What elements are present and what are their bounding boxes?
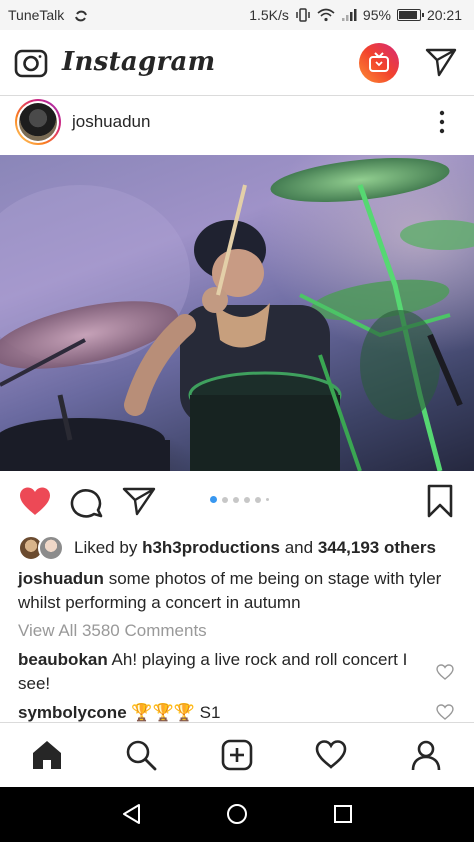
instagram-logo: Instagram	[62, 47, 216, 77]
post-author-avatar[interactable]	[15, 99, 61, 145]
view-all-comments-link[interactable]: View All 3580 Comments	[18, 621, 207, 641]
recents-icon[interactable]	[332, 803, 354, 825]
app-header: Instagram	[0, 30, 474, 96]
sync-icon	[75, 10, 87, 22]
liked-by-prefix: Liked by	[74, 538, 138, 557]
direct-send-icon[interactable]	[425, 47, 457, 77]
share-icon[interactable]	[122, 486, 156, 516]
comment-like-icon[interactable]	[436, 704, 454, 720]
signal-icon	[341, 9, 357, 21]
save-bookmark-icon[interactable]	[426, 484, 454, 518]
profile-icon[interactable]	[410, 739, 442, 771]
bottom-nav	[0, 722, 474, 787]
back-icon[interactable]	[121, 803, 143, 825]
igtv-icon[interactable]	[359, 43, 399, 83]
network-speed: 1.5K/s	[249, 7, 289, 23]
carousel-indicator	[210, 496, 269, 503]
post-caption: joshuadun some photos of me being on sta…	[18, 567, 458, 615]
liker-avatar	[38, 535, 64, 561]
comment-icon[interactable]	[70, 486, 104, 518]
home-icon[interactable]	[31, 739, 63, 771]
clock: 20:21	[426, 7, 462, 23]
home-circle-icon[interactable]	[226, 803, 248, 825]
carousel-dot	[255, 496, 261, 503]
android-nav-bar	[0, 787, 474, 842]
liked-by-user[interactable]: h3h3productions	[142, 538, 280, 558]
search-icon[interactable]	[125, 739, 157, 771]
comment-like-icon[interactable]	[436, 664, 454, 680]
comment-username[interactable]: beaubokan	[18, 650, 108, 669]
post-photo[interactable]	[0, 155, 474, 471]
activity-heart-icon[interactable]	[315, 739, 347, 771]
carousel-dot	[244, 496, 250, 503]
carousel-dot	[222, 496, 228, 503]
caption-username[interactable]: joshuadun	[18, 569, 104, 588]
likes-others-count[interactable]: 344,193 others	[318, 538, 436, 558]
carousel-dot	[266, 498, 269, 501]
status-bar: TuneTalk 1.5K/s 95% 20:21	[0, 0, 474, 30]
camera-icon[interactable]	[14, 46, 48, 80]
liked-by-and: and	[284, 538, 314, 557]
carousel-dot-active	[210, 496, 217, 503]
like-heart-icon[interactable]	[18, 486, 52, 516]
battery-percent: 95%	[362, 7, 391, 23]
status-right: 1.5K/s 95% 20:21	[249, 7, 462, 23]
liker-avatars	[18, 535, 66, 561]
comment-text: 🏆🏆🏆 S1	[131, 703, 221, 722]
comment-username[interactable]: symbolycone	[18, 703, 127, 722]
battery-icon	[396, 9, 424, 21]
carousel-dot	[233, 496, 239, 503]
carrier-name: TuneTalk	[8, 7, 65, 23]
drummer-photo-illustration	[0, 157, 474, 471]
add-post-icon[interactable]	[221, 739, 253, 771]
more-options-icon[interactable]	[436, 109, 448, 135]
post-actions	[0, 480, 474, 522]
post-header: joshuadun	[0, 97, 474, 155]
post-author-username[interactable]: joshuadun	[72, 112, 150, 132]
comment-item: beaubokan Ah! playing a live rock and ro…	[18, 648, 428, 696]
vibrate-icon	[296, 8, 310, 22]
wifi-icon	[317, 8, 335, 22]
likes-summary[interactable]: Liked by h3h3productions and 344,193 oth…	[18, 534, 436, 562]
